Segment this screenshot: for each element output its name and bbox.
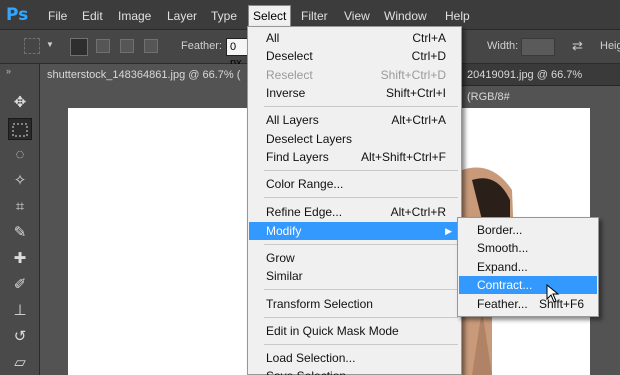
menu-item-label: Similar: [266, 269, 303, 283]
menu-layer[interactable]: Layer: [163, 6, 201, 26]
menu-separator: [264, 317, 458, 318]
photoshop-logo: Ps: [6, 5, 29, 25]
healing-brush-tool-icon[interactable]: ✚: [8, 248, 32, 270]
submenu-item-border[interactable]: Border...: [459, 221, 597, 239]
menu-item-shortcut: Alt+Ctrl+A: [391, 113, 446, 127]
menu-item-label: Load Selection...: [266, 351, 356, 365]
menu-item-find-layers[interactable]: Find Layers Alt+Shift+Ctrl+F: [249, 148, 460, 166]
menu-separator: [264, 289, 458, 290]
width-input[interactable]: [521, 38, 555, 56]
menu-item-label: Refine Edge...: [266, 205, 343, 219]
menu-window[interactable]: Window: [380, 6, 431, 26]
menu-item-label: Deselect: [266, 49, 313, 63]
document-tab-2[interactable]: 20419091.jpg @ 66.7% (RGB/8#: [461, 64, 620, 103]
menu-item-deselect[interactable]: Deselect Ctrl+D: [249, 47, 460, 65]
menu-item-label: Edit in Quick Mask Mode: [266, 324, 399, 338]
menu-item-refine-edge[interactable]: Refine Edge... Alt+Ctrl+R: [249, 203, 460, 221]
menu-help[interactable]: Help: [441, 6, 474, 26]
document-tab-1[interactable]: shutterstock_148364861.jpg @ 66.7% (: [41, 64, 247, 86]
mouse-pointer-icon: [546, 284, 560, 303]
menu-item-grow[interactable]: Grow: [249, 249, 460, 267]
crop-tool-icon[interactable]: ⌗: [8, 196, 32, 218]
menu-separator: [264, 197, 458, 198]
submenu-item-expand[interactable]: Expand...: [459, 258, 597, 276]
submenu-item-feather[interactable]: Feather... Shift+F6: [459, 295, 597, 313]
feather-input[interactable]: 0 px: [226, 38, 248, 69]
lasso-tool-icon[interactable]: ◌: [8, 144, 32, 166]
menu-item-label: Grow: [266, 251, 295, 265]
menu-select[interactable]: Select: [248, 5, 292, 27]
menu-type[interactable]: Type: [207, 6, 241, 26]
menu-item-deselect-layers[interactable]: Deselect Layers: [249, 130, 460, 148]
modify-submenu: Border... Smooth... Expand... Contract..…: [457, 217, 599, 317]
feather-label: Feather:: [181, 40, 222, 52]
menu-item-all[interactable]: All Ctrl+A: [249, 29, 460, 47]
menu-filter[interactable]: Filter: [297, 6, 332, 26]
brush-tool-icon[interactable]: ✐: [8, 274, 32, 296]
menu-item-shortcut: Ctrl+D: [411, 49, 446, 63]
menu-item-label: Color Range...: [266, 177, 344, 191]
submenu-item-label: Contract...: [477, 278, 533, 292]
submenu-item-label: Expand...: [477, 260, 528, 274]
swap-icon[interactable]: ⇄: [572, 38, 583, 54]
menu-separator: [264, 106, 458, 107]
menu-file[interactable]: File: [44, 6, 71, 26]
menu-item-label: All Layers: [266, 113, 319, 127]
add-selection-icon[interactable]: [96, 39, 110, 53]
menu-item-label: Save Selection...: [266, 367, 356, 375]
intersect-selection-icon[interactable]: [144, 39, 158, 53]
menu-item-modify[interactable]: Modify ▶: [249, 222, 460, 240]
marquee-preset-icon[interactable]: [24, 38, 40, 54]
submenu-item-contract[interactable]: Contract...: [459, 276, 597, 294]
menu-separator: [264, 344, 458, 345]
eyedropper-tool-icon[interactable]: ✎: [8, 222, 32, 244]
menu-item-shortcut: Shift+Ctrl+I: [385, 86, 446, 100]
menu-item-label: Transform Selection: [266, 297, 373, 311]
menu-item-similar[interactable]: Similar: [249, 267, 460, 285]
menu-item-load-selection[interactable]: Load Selection...: [249, 349, 460, 367]
marquee-tool-icon[interactable]: [8, 118, 32, 140]
clone-stamp-tool-icon[interactable]: ⊥: [8, 300, 32, 322]
menu-item-quick-mask[interactable]: Edit in Quick Mask Mode: [249, 322, 460, 340]
menu-image[interactable]: Image: [114, 6, 155, 26]
menu-edit[interactable]: Edit: [78, 6, 107, 26]
menu-item-transform-selection[interactable]: Transform Selection: [249, 295, 460, 313]
move-tool-icon[interactable]: ✥: [8, 92, 32, 114]
menu-item-label: Find Layers: [266, 150, 329, 164]
toolbox: » ✥ ◌ ✧ ⌗ ✎ ✚ ✐ ⊥ ↺ ▱: [0, 64, 40, 375]
submenu-item-label: Feather...: [477, 297, 528, 311]
new-selection-icon[interactable]: [70, 38, 88, 56]
width-label: Width:: [487, 40, 519, 52]
menu-item-label: Modify: [266, 224, 302, 238]
collapse-chevron-icon[interactable]: »: [6, 66, 11, 76]
menu-item-inverse[interactable]: Inverse Shift+Ctrl+I: [249, 84, 460, 102]
menu-item-color-range[interactable]: Color Range...: [249, 175, 460, 193]
subtract-selection-icon[interactable]: [120, 39, 134, 53]
menu-item-label: Reselect: [266, 68, 313, 82]
menu-item-label: Deselect Layers: [266, 132, 353, 146]
select-menu-dropdown: All Ctrl+A Deselect Ctrl+D Reselect Shif…: [247, 26, 462, 375]
history-brush-tool-icon[interactable]: ↺: [8, 326, 32, 348]
submenu-item-smooth[interactable]: Smooth...: [459, 239, 597, 257]
menu-item-label: Inverse: [266, 86, 306, 100]
menu-item-label: All: [266, 31, 280, 45]
menu-view[interactable]: View: [340, 6, 374, 26]
submenu-item-label: Border...: [477, 223, 523, 237]
eraser-tool-icon[interactable]: ▱: [8, 352, 32, 374]
menu-item-reselect: Reselect Shift+Ctrl+D: [249, 66, 460, 84]
menu-item-all-layers[interactable]: All Layers Alt+Ctrl+A: [249, 111, 460, 129]
height-label: Heig: [600, 40, 620, 52]
menu-separator: [264, 244, 458, 245]
preset-dropdown-icon[interactable]: ▼: [46, 40, 54, 49]
submenu-item-label: Smooth...: [477, 241, 529, 255]
menu-item-shortcut: Alt+Shift+Ctrl+F: [360, 150, 446, 164]
menu-item-shortcut: Ctrl+A: [412, 31, 446, 45]
magic-wand-tool-icon[interactable]: ✧: [8, 170, 32, 192]
menu-item-shortcut: Alt+Ctrl+R: [390, 205, 446, 219]
menu-item-shortcut: Shift+Ctrl+D: [380, 68, 446, 82]
submenu-arrow-icon: ▶: [445, 226, 452, 236]
menu-item-save-selection[interactable]: Save Selection...: [249, 367, 460, 375]
menu-separator: [264, 170, 458, 171]
